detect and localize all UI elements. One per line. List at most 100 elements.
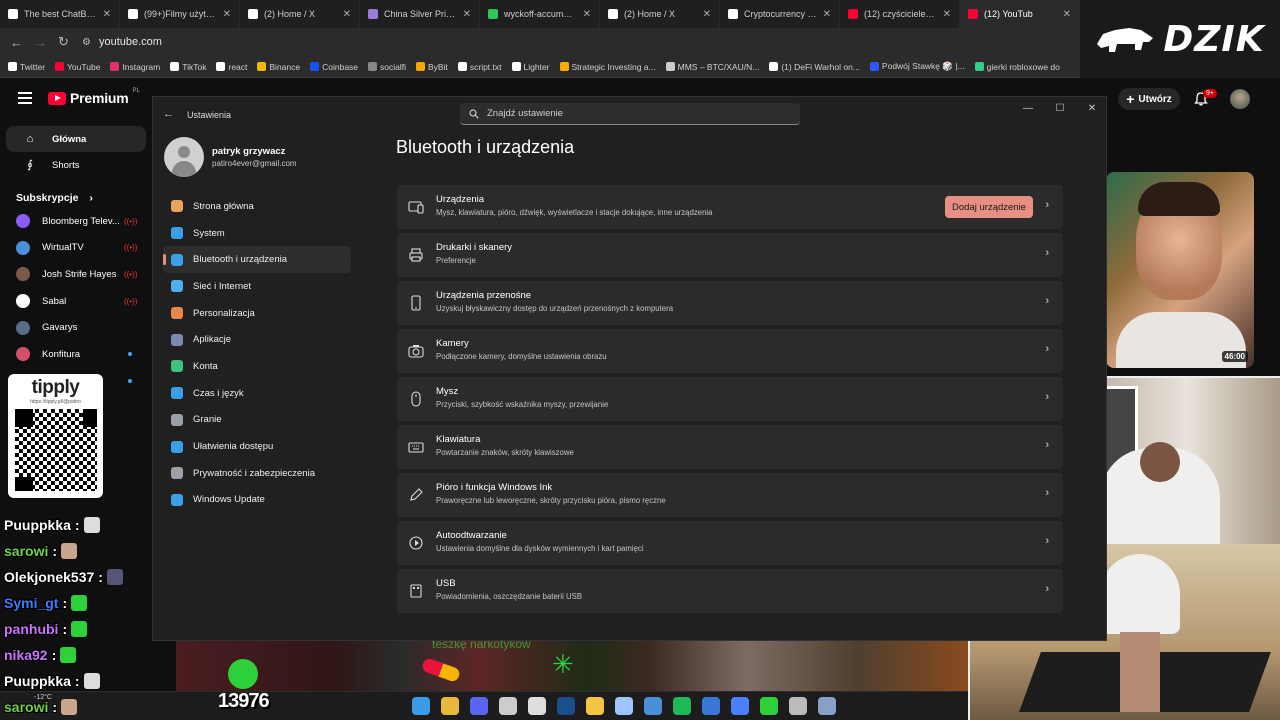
subscription-item[interactable]: WirtualTV ((•)) (0, 235, 152, 262)
youtube-region: PL (132, 88, 140, 94)
bookmark-item[interactable]: Binance (257, 62, 300, 72)
bookmark-item[interactable]: YouTube (55, 62, 100, 72)
yt-nav-item[interactable]: ⌂ Główna (6, 126, 146, 152)
settings-nav-label: System (193, 227, 225, 239)
browser-tab[interactable]: Cryptocurrency Liqui ✕ (720, 0, 840, 28)
spotify-icon[interactable] (673, 697, 691, 715)
settings-icon[interactable] (818, 697, 836, 715)
browser-tab[interactable]: China Silver Price Tod ✕ (360, 0, 480, 28)
settings-search-input[interactable]: Znajdź ustawienie (460, 103, 800, 125)
tab-close-icon[interactable]: ✕ (103, 9, 111, 20)
chrome-icon[interactable] (441, 697, 459, 715)
tab-close-icon[interactable]: ✕ (223, 9, 231, 20)
tab-close-icon[interactable]: ✕ (823, 9, 831, 20)
settings-nav-label: Sieć i Internet (193, 280, 252, 292)
xbox-icon[interactable] (760, 697, 778, 715)
terminal-icon[interactable] (789, 697, 807, 715)
bookmark-item[interactable]: Podwój Stawkę 🎲 |... (869, 61, 965, 72)
explorer-icon[interactable] (586, 697, 604, 715)
settings-card[interactable]: Kamery Podłączone kamery, domyślne ustawi… (397, 329, 1063, 373)
settings-nav-item[interactable]: Strona główna (163, 193, 351, 220)
bookmark-item[interactable]: gierki robloxowe do (974, 62, 1060, 72)
settings-nav-item[interactable]: Ułatwienia dostępu (163, 433, 351, 460)
create-button[interactable]: + Utwórz (1118, 88, 1180, 110)
subscription-item[interactable]: Gavarys (0, 314, 152, 341)
settings-card[interactable]: Mysz Przyciski, szybkość wskaźnika myszy,… (397, 377, 1063, 421)
tab-close-icon[interactable]: ✕ (943, 9, 951, 20)
avatar[interactable] (1230, 89, 1250, 109)
bookmark-item[interactable]: Twitter (8, 62, 45, 72)
browser-tab[interactable]: (12) czyściciele kamie ✕ (840, 0, 960, 28)
settings-nav-item[interactable]: Prywatność i zabezpieczenia (163, 460, 351, 487)
browser-tab[interactable]: The best ChatBot an ✕ (0, 0, 120, 28)
yt-nav-item[interactable]: ∮ Shorts (6, 152, 146, 178)
bookmark-item[interactable]: Strategic Investing a... (559, 62, 656, 72)
bookmark-item[interactable]: TikTok (170, 62, 206, 72)
subscription-item[interactable]: Konfitura (0, 341, 152, 368)
tab-close-icon[interactable]: ✕ (1063, 9, 1071, 20)
subscription-item[interactable]: Sabal ((•)) (0, 288, 152, 315)
network-icon[interactable] (644, 697, 662, 715)
settings-card[interactable]: Drukarki i skanery Preferencje › (397, 233, 1063, 277)
bookmark-item[interactable]: react (216, 62, 247, 72)
mail-icon[interactable] (702, 697, 720, 715)
cortana-icon[interactable] (615, 697, 633, 715)
settings-nav-item[interactable]: Personalizacja (163, 300, 351, 327)
youtube-logo[interactable]: Premium PL (48, 88, 140, 106)
settings-card[interactable]: Urządzenia Mysz, klawiatura, pióro, dźwię… (397, 185, 1063, 229)
browser-tab[interactable]: (2) Home / X ✕ (240, 0, 360, 28)
settings-nav-item[interactable]: Czas i język (163, 380, 351, 407)
bookmark-item[interactable]: (1) DeFi Warhol on... (769, 62, 860, 72)
settings-card[interactable]: Autoodtwarzanie Ustawienia domyślne dla d… (397, 521, 1063, 565)
bookmark-item[interactable]: socialfi (368, 62, 406, 72)
settings-nav-item[interactable]: Konta (163, 353, 351, 380)
discord-icon[interactable] (470, 697, 488, 715)
xmind-icon[interactable] (731, 697, 749, 715)
chatgpt-icon[interactable] (528, 697, 546, 715)
close-icon[interactable]: ✕ (1086, 103, 1098, 114)
settings-card[interactable]: Pióro i funkcja Windows Ink Praworęczne l… (397, 473, 1063, 517)
settings-nav-item[interactable]: Aplikacje (163, 326, 351, 353)
tab-close-icon[interactable]: ✕ (463, 9, 471, 20)
tab-close-icon[interactable]: ✕ (583, 9, 591, 20)
settings-card[interactable]: Urządzenia przenośne Uzyskuj błyskawiczny… (397, 281, 1063, 325)
bookmark-item[interactable]: MMS – BTC/XAU/N... (665, 62, 759, 72)
subscriptions-header[interactable]: Subskrypcje › (0, 178, 152, 208)
notepad-icon[interactable] (499, 697, 517, 715)
settings-nav-item[interactable]: Bluetooth i urządzenia (163, 246, 351, 274)
steam-icon[interactable] (557, 697, 575, 715)
menu-icon[interactable] (18, 92, 32, 104)
tab-close-icon[interactable]: ✕ (703, 9, 711, 20)
browser-tab[interactable]: wyckoff-accumulatio ✕ (480, 0, 600, 28)
subscription-item[interactable]: Josh Strife Hayes ((•)) (0, 261, 152, 288)
user-profile[interactable]: patryk grzywacz patiro4ever@gmail.com (164, 137, 297, 177)
bookmark-item[interactable]: Coinbase (310, 62, 358, 72)
settings-nav-item[interactable]: Granie (163, 407, 351, 434)
minimize-icon[interactable]: — (1022, 103, 1034, 114)
back-arrow-icon[interactable]: ← (163, 108, 174, 120)
browser-tab[interactable]: (2) Home / X ✕ (600, 0, 720, 28)
settings-card[interactable]: USB Powiadomienia, oszczędzanie baterii U… (397, 569, 1063, 613)
site-info-icon[interactable]: ⚙ (82, 37, 91, 48)
windows-start-icon[interactable] (412, 697, 430, 715)
browser-tab[interactable]: (99+)Filmy użytkown ✕ (120, 0, 240, 28)
reload-icon[interactable]: ↻ (58, 34, 69, 50)
url-field[interactable]: ⚙ youtube.com (82, 36, 162, 48)
bookmark-item[interactable]: ByBit (416, 62, 448, 72)
back-icon[interactable]: ← (10, 35, 23, 50)
bookmark-item[interactable]: Instagram (110, 62, 160, 72)
maximize-icon[interactable]: ☐ (1054, 103, 1066, 114)
forward-icon[interactable]: → (34, 35, 47, 50)
settings-card[interactable]: Klawiatura Powtarzanie znaków, skróty kla… (397, 425, 1063, 469)
settings-nav-item[interactable]: Windows Update (163, 487, 351, 514)
tab-favicon-icon (8, 9, 18, 19)
add-device-button[interactable]: Dodaj urządzenie (945, 196, 1033, 218)
subscription-item[interactable]: Bloomberg Telev... ((•)) (0, 208, 152, 235)
bookmark-item[interactable]: script.txt (457, 62, 502, 72)
bookmark-item[interactable]: Lighter (511, 62, 550, 72)
browser-tab[interactable]: (12) YouTub ✕ (960, 0, 1080, 28)
tab-close-icon[interactable]: ✕ (343, 9, 351, 20)
settings-titlebar: ← Ustawienia Znajdź ustawienie — ☐ ✕ (153, 97, 1106, 131)
settings-nav-item[interactable]: Sieć i Internet (163, 273, 351, 300)
settings-nav-item[interactable]: System (163, 220, 351, 247)
